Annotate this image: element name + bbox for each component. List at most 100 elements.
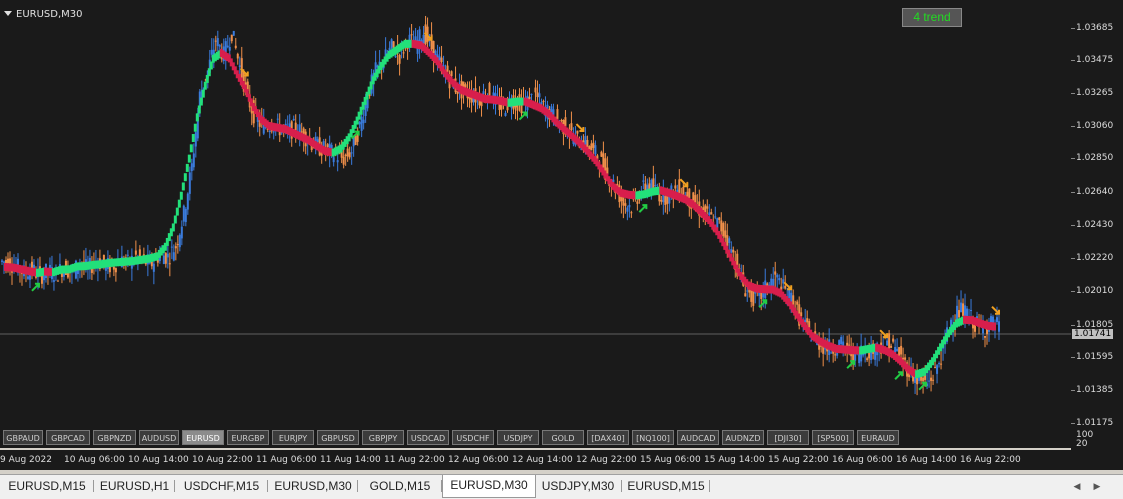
candle-body — [930, 377, 933, 381]
tab-scroll-right-icon[interactable]: ▶ — [1090, 478, 1104, 494]
symbol-button-eurusd[interactable]: EURUSD — [182, 430, 224, 445]
candle-body — [590, 143, 593, 151]
price-tick-mark — [1071, 225, 1075, 226]
symbol-button-gbpusd[interactable]: GBPUSD — [317, 430, 359, 445]
chart-tab[interactable]: USDJPY,M30 — [534, 476, 622, 496]
candle-body — [710, 212, 713, 215]
candle-body — [642, 180, 645, 182]
candle-body — [600, 151, 603, 157]
candle-body — [628, 204, 631, 208]
candle-body — [188, 172, 191, 194]
candle-body — [744, 293, 747, 297]
symbol-button-dax40[interactable]: [DAX40] — [587, 430, 629, 445]
candle-body — [806, 318, 809, 323]
dropdown-triangle-icon[interactable] — [4, 11, 12, 16]
candle-body — [664, 195, 667, 205]
symbol-button-dji30[interactable]: [DJI30] — [767, 430, 809, 445]
tab-separator — [709, 480, 710, 492]
symbol-button-audcad[interactable]: AUDCAD — [677, 430, 719, 445]
candle-body — [292, 118, 295, 121]
candle-body — [922, 377, 925, 382]
candle-body — [776, 274, 779, 278]
candle-body — [997, 321, 1000, 332]
symbol-button-eurgbp[interactable]: EURGBP — [227, 430, 269, 445]
time-label: 15 Aug 22:00 — [768, 455, 829, 465]
candle-body — [42, 275, 45, 281]
chart-tab-label: USDCHF,M15 — [183, 479, 260, 493]
symbol-button-gbpjpy[interactable]: GBPJPY — [362, 430, 404, 445]
tab-scroll-left-icon[interactable]: ◀ — [1070, 478, 1084, 494]
candle-body — [348, 152, 351, 158]
candle-body — [900, 345, 903, 355]
candle-body — [866, 358, 869, 360]
time-label: 15 Aug 06:00 — [640, 455, 701, 465]
candle-body — [216, 38, 219, 46]
symbol-button-usdcad[interactable]: USDCAD — [407, 430, 449, 445]
chart-tab[interactable]: EURUSD,M15 — [0, 476, 94, 496]
symbol-button-audusd[interactable]: AUDUSD — [139, 430, 179, 445]
trend-bar — [171, 223, 175, 232]
candle-body — [660, 199, 663, 202]
price-tick-label: 1.03060 — [1076, 121, 1114, 131]
candle-body — [938, 363, 941, 365]
symbol-button-audnzd[interactable]: AUDNZD — [722, 430, 764, 445]
chart-tab[interactable]: EURUSD,M15 — [622, 476, 710, 496]
time-label: 11 Aug 22:00 — [384, 455, 445, 465]
symbol-button-eurjpy[interactable]: EURJPY — [272, 430, 314, 445]
indicator-axis: 100 20 — [1071, 428, 1123, 450]
chart-tab[interactable]: EURUSD,M30 — [442, 475, 536, 498]
candle-body — [722, 223, 725, 237]
candle-body — [534, 87, 537, 93]
candle-body — [726, 235, 729, 246]
price-tick-mark — [1071, 390, 1075, 391]
candle-body — [800, 312, 803, 317]
candle-body — [984, 335, 987, 338]
candle-body — [606, 167, 609, 175]
candle-body — [402, 52, 405, 54]
time-label: 12 Aug 14:00 — [512, 455, 573, 465]
candle-body — [114, 268, 117, 273]
symbol-button-gbpaud[interactable]: GBPAUD — [3, 430, 43, 445]
candle-body — [774, 271, 777, 275]
chart-tab[interactable]: USDCHF,M15 — [175, 476, 268, 496]
candle-body — [892, 338, 895, 342]
candle-body — [390, 39, 393, 49]
chart-tab[interactable]: GOLD,M15 — [358, 476, 442, 496]
symbol-button-gbpcad[interactable]: GBPCAD — [46, 430, 90, 445]
candle-body — [354, 135, 357, 145]
sell-arrow-icon — [575, 123, 585, 133]
candle-body — [848, 344, 851, 346]
chart-tab-label: EURUSD,M30 — [450, 478, 528, 492]
candle-body — [230, 34, 233, 42]
symbol-button-usdjpy[interactable]: USDJPY — [497, 430, 539, 445]
candle-body — [624, 203, 627, 206]
candle-body — [186, 193, 189, 210]
price-axis: 1.01741 1.03685 1.03475 1.03265 1.03060 1.02… — [1071, 0, 1123, 470]
time-label: 9 Aug 2022 — [0, 455, 52, 465]
chart-tab[interactable]: EURUSD,H1 — [94, 476, 175, 496]
candle-body — [126, 254, 129, 256]
candle-body — [626, 207, 629, 212]
candle-body — [536, 92, 539, 97]
price-tick-label: 1.02430 — [1076, 220, 1114, 230]
symbol-button-euraud[interactable]: EURAUD — [857, 430, 899, 445]
symbol-button-gbpnzd[interactable]: GBPNZD — [93, 430, 136, 445]
price-tick-mark — [1071, 158, 1075, 159]
symbol-label: EURUSD,M30 — [4, 9, 82, 20]
sell-arrow-icon — [991, 305, 1000, 315]
symbol-button-nq100[interactable]: [NQ100] — [632, 430, 674, 445]
candle-body — [724, 230, 727, 238]
candle-body — [886, 340, 889, 346]
trend-bar — [191, 134, 195, 143]
price-chart[interactable] — [0, 0, 1071, 428]
symbol-button-usdchf[interactable]: USDCHF — [452, 430, 494, 445]
candle-body — [594, 145, 597, 155]
chart-tab[interactable]: EURUSD,M30 — [268, 476, 358, 496]
symbol-button-sp500[interactable]: [SP500] — [812, 430, 854, 445]
symbol-button-gold[interactable]: GOLD — [542, 430, 584, 445]
candle-body — [360, 116, 363, 131]
candle-body — [392, 41, 395, 48]
time-label: 10 Aug 22:00 — [192, 455, 253, 465]
candle-body — [408, 34, 411, 41]
buy-arrow-icon — [638, 204, 648, 213]
